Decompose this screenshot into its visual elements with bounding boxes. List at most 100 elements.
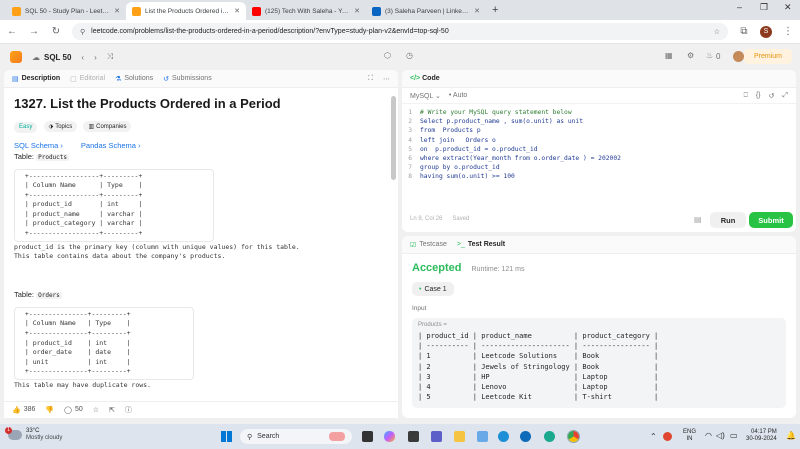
language-select[interactable]: MySQL ⌄ [410, 92, 441, 100]
format-braces-icon[interactable]: {} [756, 92, 761, 99]
edge-alt-icon[interactable] [544, 431, 555, 442]
code-line[interactable]: 1 # Write your MySQL query statement belo… [402, 108, 796, 117]
maximize-icon[interactable]: ❐ [760, 2, 768, 13]
close-icon[interactable]: ✕ [354, 7, 360, 15]
comments-button[interactable]: ◯ 50 [64, 406, 83, 414]
tab-testcase[interactable]: ☑ Testcase [410, 241, 447, 249]
tab-solutions[interactable]: ⚗ Solutions [115, 75, 153, 83]
file-explorer-icon[interactable] [408, 431, 419, 442]
code-line[interactable]: 2 Select p.product_name , sum(o.unit) as … [402, 117, 796, 126]
panel-menu-icon[interactable]: ⋯ [383, 75, 390, 83]
code-line[interactable]: 5 on p.product_id = o.product_id [402, 145, 796, 154]
weather-widget[interactable]: 1 33°C Mostly cloudy [5, 427, 63, 442]
chevron-down-icon: ⌄ [435, 92, 441, 100]
code-text: on p.product_id = o.product_id [420, 145, 538, 153]
code-line[interactable]: 3 from Products p [402, 126, 796, 135]
companies-button[interactable]: ▥ Companies [83, 121, 132, 132]
case-1-tab[interactable]: • Case 1 [412, 282, 454, 296]
code-editor[interactable]: 1 # Write your MySQL query statement belo… [402, 104, 796, 182]
tray-app-icon[interactable] [663, 432, 672, 441]
close-icon[interactable]: ✕ [474, 7, 480, 15]
timer-icon[interactable]: ◷ [406, 51, 413, 60]
task-view-icon[interactable] [362, 431, 373, 442]
profile-avatar[interactable]: S [760, 25, 772, 38]
folder-icon[interactable] [454, 431, 465, 442]
fullscreen-icon[interactable]: ⤢ [782, 92, 788, 100]
input-language[interactable]: ENG IN [683, 429, 696, 443]
close-icon[interactable]: ✕ [114, 7, 120, 15]
auto-toggle[interactable]: • Auto [449, 92, 467, 99]
battery-icon[interactable]: ▭ [730, 431, 738, 440]
start-windows-icon[interactable] [221, 431, 232, 442]
weather-condition: Mostly cloudy [26, 435, 63, 441]
scrollbar-thumb[interactable] [391, 96, 396, 180]
tray-chevron-icon[interactable]: ⌃ [650, 432, 657, 441]
code-line[interactable]: 4 left join Orders o [402, 136, 796, 145]
sql-schema-link[interactable]: SQL Schema › [14, 141, 63, 150]
edge-icon[interactable] [498, 431, 509, 442]
notes-icon[interactable]: ▤ [694, 215, 702, 224]
code-line[interactable]: 8 having sum(o.unit) >= 100 [402, 172, 796, 181]
share-icon[interactable]: ⇱ [109, 406, 115, 414]
browser-tab-active[interactable]: List the Products Ordered in a P ✕ [126, 2, 246, 20]
tab-editorial[interactable]: ▢ Editorial [70, 75, 105, 83]
new-tab-plus-icon[interactable]: + [492, 4, 498, 16]
study-plan-title[interactable]: SQL 50 [44, 53, 71, 62]
code-line[interactable]: 7 group by o.product_id [402, 163, 796, 172]
submit-button[interactable]: Submit [749, 212, 793, 228]
favorite-star-icon[interactable]: ☆ [93, 406, 99, 414]
code-line[interactable]: 6 where extract(Year_month from o.order_d… [402, 154, 796, 163]
dislike-button[interactable]: 👎 [45, 406, 54, 414]
expand-panel-icon[interactable]: ⛶ [368, 75, 373, 83]
tab-test-result[interactable]: >_ Test Result [457, 241, 505, 248]
teams-icon[interactable] [431, 431, 442, 442]
reset-icon[interactable]: ↺ [769, 92, 775, 100]
copilot-icon[interactable] [384, 431, 395, 442]
browser-tab[interactable]: (3) Saleha Parveen | LinkedIn ✕ [366, 2, 486, 20]
bookmark-star-icon[interactable]: ☆ [714, 28, 720, 36]
settings-gear-icon[interactable]: ⚙ [687, 51, 694, 60]
notifications-icon[interactable]: 🔔 [786, 431, 796, 440]
next-problem-icon[interactable]: › [94, 53, 97, 62]
prev-problem-icon[interactable]: ‹ [81, 53, 84, 62]
site-info-icon[interactable]: ⚲ [80, 28, 85, 36]
tab-description[interactable]: ▤ Description [12, 75, 60, 83]
layout-icon[interactable]: ▦ [665, 51, 673, 60]
chrome-icon[interactable] [567, 430, 580, 443]
help-icon[interactable]: ⓘ [125, 405, 132, 415]
premium-button[interactable]: Premium [743, 49, 792, 64]
shuffle-icon[interactable]: ⤨ [107, 52, 113, 62]
url-bar[interactable]: ⚲ leetcode.com/problems/list-the-product… [72, 23, 728, 40]
minimize-icon[interactable]: – [737, 2, 742, 12]
leetcode-logo-icon[interactable] [10, 51, 22, 63]
run-button[interactable]: Run [710, 212, 746, 228]
like-button[interactable]: 👍 386 [12, 406, 35, 414]
bookmark-icon[interactable]: ⎕ [744, 92, 748, 100]
user-avatar[interactable] [733, 51, 744, 62]
problem-title: 1327. List the Products Ordered in a Per… [14, 96, 281, 111]
extensions-icon[interactable]: ⧉ [738, 26, 750, 37]
test-result-panel: ☑ Testcase >_ Test Result Accepted Runtime… [402, 236, 796, 418]
window-close-icon[interactable]: ✕ [784, 2, 792, 13]
debug-icon[interactable]: ⬡ [384, 51, 391, 60]
taskbar-search[interactable]: ⚲ Search [240, 429, 352, 444]
forward-arrow-icon[interactable]: → [28, 26, 40, 37]
reload-icon[interactable]: ↻ [50, 26, 62, 37]
close-icon[interactable]: ✕ [234, 7, 240, 15]
tab-submissions[interactable]: ↺ Submissions [163, 75, 212, 83]
chevron-right-icon: › [138, 140, 141, 150]
schema-links: SQL Schema › Pandas Schema › [14, 141, 388, 150]
clock[interactable]: 04:17 PM 30-09-2024 [746, 429, 777, 443]
browser-icon[interactable] [520, 431, 531, 442]
browser-tab[interactable]: SQL 50 - Study Plan - LeetCode ✕ [6, 2, 126, 20]
back-arrow-icon[interactable]: ← [6, 26, 18, 37]
pandas-schema-link[interactable]: Pandas Schema › [81, 141, 141, 150]
wifi-icon[interactable]: ◠ [705, 431, 712, 440]
browser-menu-icon[interactable]: ⋮ [782, 26, 794, 37]
browser-tab[interactable]: (125) Tech With Saleha - YouTube ✕ [246, 2, 366, 20]
volume-icon[interactable]: ◁) [716, 431, 725, 440]
topics-button[interactable]: ⬗ Topics [43, 121, 78, 132]
store-icon[interactable] [477, 431, 488, 442]
chevron-right-icon: › [60, 140, 63, 150]
code-panel-header: </> Code [402, 70, 796, 88]
